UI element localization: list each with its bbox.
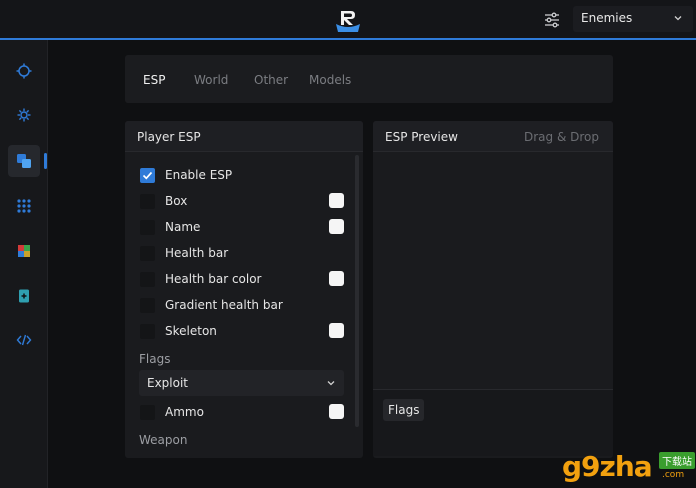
top-bar: Enemies bbox=[0, 0, 696, 40]
option-health-bar-color[interactable]: Health bar color bbox=[139, 270, 345, 290]
flags-select[interactable]: Exploit bbox=[139, 370, 344, 396]
option-skeleton[interactable]: Skeleton bbox=[139, 322, 345, 342]
gradient-health-bar-checkbox[interactable] bbox=[140, 298, 155, 313]
palette-icon bbox=[18, 245, 30, 257]
document-icon bbox=[19, 289, 29, 303]
option-enable-esp[interactable]: Enable ESP bbox=[139, 166, 345, 186]
sliders-icon[interactable] bbox=[543, 11, 561, 29]
chevron-down-icon bbox=[327, 381, 335, 386]
player-esp-panel: Player ESP Enable ESP Box Name Health ba… bbox=[125, 121, 363, 458]
tab-bar: ESP World Other Models bbox=[125, 55, 613, 103]
drag-drop-hint: Drag & Drop bbox=[524, 130, 599, 144]
option-label: Name bbox=[165, 220, 201, 234]
target-dropdown[interactable]: Enemies bbox=[573, 6, 693, 32]
sidebar-item-aim[interactable] bbox=[8, 55, 40, 87]
target-dropdown-value: Enemies bbox=[581, 11, 633, 25]
sidebar-item-colors[interactable] bbox=[8, 235, 40, 267]
app-logo-icon bbox=[334, 8, 362, 34]
option-box[interactable]: Box bbox=[139, 192, 345, 212]
enable-esp-checkbox[interactable] bbox=[140, 168, 155, 183]
option-ammo[interactable]: Ammo bbox=[139, 403, 345, 423]
watermark-brand: g9zha bbox=[562, 450, 653, 483]
sidebar-item-grid[interactable] bbox=[8, 190, 40, 222]
esp-preview-title: ESP Preview bbox=[385, 130, 458, 144]
tab-esp[interactable]: ESP bbox=[143, 73, 165, 87]
option-label: Ammo bbox=[165, 405, 204, 419]
crosshair-icon bbox=[16, 63, 32, 79]
sidebar-item-configs[interactable] bbox=[8, 280, 40, 312]
option-label: Health bar color bbox=[165, 272, 262, 286]
active-indicator bbox=[44, 153, 47, 169]
flags-select-value: Exploit bbox=[147, 376, 189, 390]
watermark-chinese: 下载站 bbox=[659, 452, 695, 469]
code-icon bbox=[16, 334, 32, 346]
health-bar-checkbox[interactable] bbox=[140, 246, 155, 261]
option-health-bar[interactable]: Health bar bbox=[139, 244, 345, 264]
sidebar bbox=[0, 40, 48, 488]
preview-flags-bar: Flags bbox=[373, 389, 613, 456]
tab-models[interactable]: Models bbox=[309, 73, 351, 87]
weapon-section-label: Weapon bbox=[139, 433, 188, 447]
name-color-swatch[interactable] bbox=[329, 219, 344, 234]
player-esp-title: Player ESP bbox=[137, 130, 201, 144]
layers-icon bbox=[17, 154, 31, 168]
check-icon bbox=[142, 171, 153, 180]
gear-icon bbox=[17, 108, 31, 122]
skeleton-checkbox[interactable] bbox=[140, 324, 155, 339]
chevron-down-icon bbox=[674, 16, 682, 21]
ammo-checkbox[interactable] bbox=[140, 405, 155, 420]
sidebar-item-visuals[interactable] bbox=[8, 145, 40, 177]
option-label: Skeleton bbox=[165, 324, 217, 338]
watermark-domain: .com bbox=[662, 470, 685, 480]
option-label: Health bar bbox=[165, 246, 229, 260]
option-label: Box bbox=[165, 194, 188, 208]
player-esp-header: Player ESP bbox=[125, 121, 363, 152]
skeleton-color-swatch[interactable] bbox=[329, 323, 344, 338]
grid-icon bbox=[17, 199, 31, 213]
option-gradient-health-bar[interactable]: Gradient health bar bbox=[139, 296, 345, 316]
health-bar-color-checkbox[interactable] bbox=[140, 272, 155, 287]
esp-preview-panel: ESP Preview Drag & Drop Flags bbox=[373, 121, 613, 458]
option-label: Gradient health bar bbox=[165, 298, 283, 312]
option-label: Enable ESP bbox=[165, 168, 233, 182]
name-checkbox[interactable] bbox=[140, 220, 155, 235]
tab-world[interactable]: World bbox=[194, 73, 228, 87]
tab-other[interactable]: Other bbox=[254, 73, 288, 87]
flags-chip[interactable]: Flags bbox=[383, 399, 425, 421]
sidebar-item-misc[interactable] bbox=[8, 99, 40, 131]
scrollbar[interactable] bbox=[355, 155, 359, 427]
esp-preview-header: ESP Preview Drag & Drop bbox=[373, 121, 613, 152]
option-name[interactable]: Name bbox=[139, 218, 345, 238]
sidebar-item-scripts[interactable] bbox=[8, 324, 40, 356]
flags-section-label: Flags bbox=[139, 352, 171, 366]
health-bar-color-swatch[interactable] bbox=[329, 271, 344, 286]
box-color-swatch[interactable] bbox=[329, 193, 344, 208]
site-watermark: g9zha 下载站 .com bbox=[562, 450, 696, 488]
box-checkbox[interactable] bbox=[140, 194, 155, 209]
ammo-color-swatch[interactable] bbox=[329, 404, 344, 419]
